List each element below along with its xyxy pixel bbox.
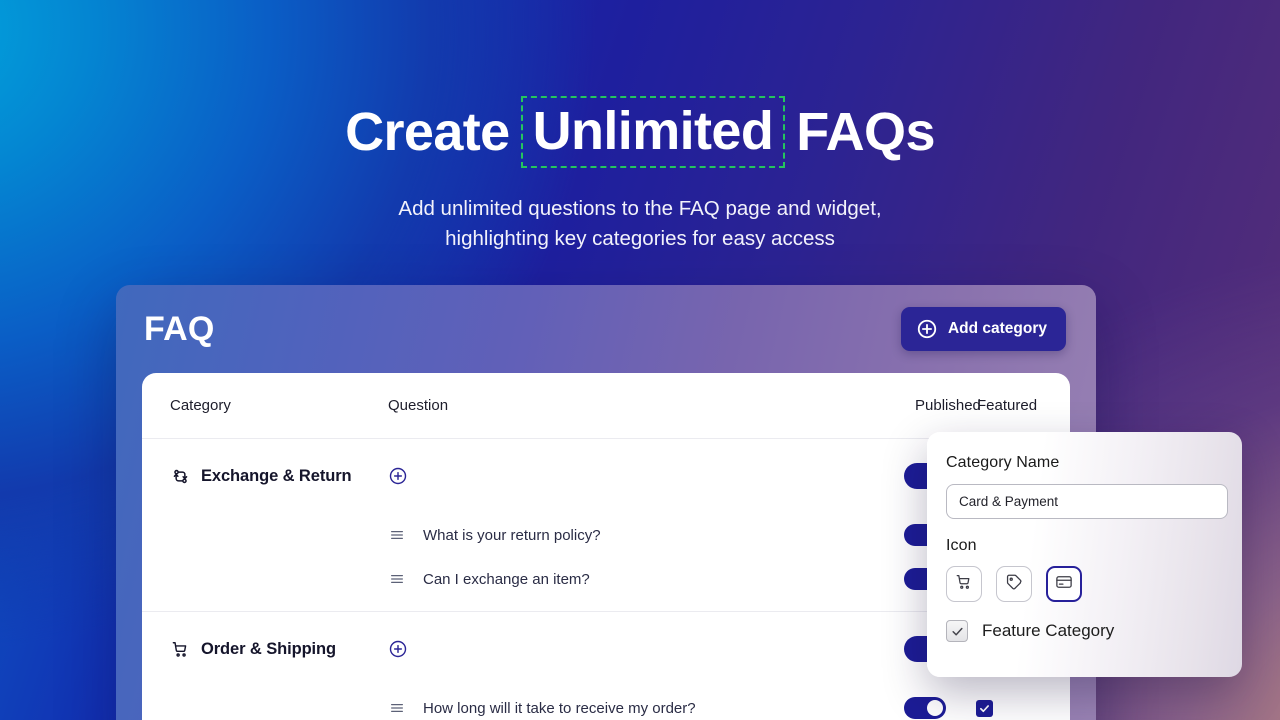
icon-option-tag[interactable] [996,566,1032,602]
featured-checkbox[interactable] [976,700,993,717]
exchange-arrows-icon [170,466,190,486]
add-category-label: Add category [948,320,1047,338]
hero-section: Create Unlimited FAQs Add unlimited ques… [0,0,1280,254]
plus-circle-icon[interactable] [388,639,408,659]
shopping-cart-icon [170,639,190,659]
category-name: Exchange & Return [201,467,352,486]
column-header-published: Published [904,397,976,414]
page-headline: Create Unlimited FAQs [0,96,1280,168]
headline-word-3: FAQs [787,104,944,161]
category-cell: Exchange & Return [170,466,388,486]
add-question-cell [388,639,904,659]
question-text: What is your return policy? [423,527,601,544]
page-title: FAQ [144,310,215,349]
subheadline-line-2: highlighting key categories for easy acc… [0,224,1280,254]
add-category-button[interactable]: Add category [901,307,1066,351]
subheadline-line-1: Add unlimited questions to the FAQ page … [0,194,1280,224]
column-header-featured: Featured [976,397,1042,414]
featured-cell [976,700,1042,717]
feature-category-label: Feature Category [982,621,1114,641]
drag-handle-icon[interactable] [388,570,406,588]
category-cell: Order & Shipping [170,639,388,659]
question-cell: Can I exchange an item? [388,570,904,588]
question-text: How long will it take to receive my orde… [423,700,696,717]
headline-word-1: Create [336,104,519,161]
drag-handle-icon[interactable] [388,699,406,717]
category-name-input[interactable] [946,484,1228,519]
add-question-cell [388,466,904,486]
credit-card-icon [1055,573,1073,596]
icon-option-group [946,566,1220,602]
feature-category-row[interactable]: Feature Category [946,620,1220,642]
plus-circle-icon[interactable] [388,466,408,486]
app-header: FAQ Add category [116,285,1096,373]
icon-label: Icon [946,537,1220,555]
category-name: Order & Shipping [201,640,336,659]
shopping-cart-icon [955,573,973,596]
tag-icon [1005,573,1023,596]
table-header-row: Category Question Published Featured [142,373,1070,439]
column-header-question: Question [388,397,904,414]
headline-highlighted-word: Unlimited [521,96,786,168]
category-name-label: Category Name [946,454,1220,472]
feature-category-checkbox[interactable] [946,620,968,642]
question-cell: What is your return policy? [388,526,904,544]
category-editor-popup: Category Name Icon [927,432,1242,677]
published-cell [904,697,976,719]
published-toggle[interactable] [904,697,946,719]
question-row[interactable]: How long will it take to receive my orde… [142,686,1070,720]
question-cell: How long will it take to receive my orde… [388,699,904,717]
plus-circle-icon [916,318,938,340]
hero-subheadline: Add unlimited questions to the FAQ page … [0,194,1280,254]
icon-option-credit-card[interactable] [1046,566,1082,602]
column-header-category: Category [170,397,388,414]
drag-handle-icon[interactable] [388,526,406,544]
icon-option-shopping-cart[interactable] [946,566,982,602]
question-text: Can I exchange an item? [423,571,590,588]
